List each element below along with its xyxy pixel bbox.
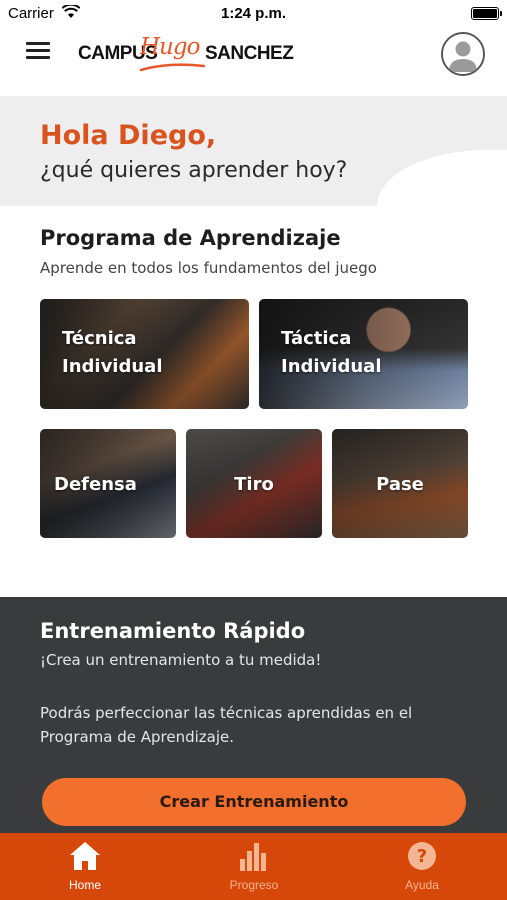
card-tiro[interactable]: Tiro (186, 429, 322, 538)
status-bar: Carrier 1:24 p.m. (0, 0, 507, 28)
program-subtitle: Aprende en todos los fundamentos del jue… (40, 259, 377, 277)
svg-text:?: ? (417, 846, 427, 867)
tab-ayuda[interactable]: ? Ayuda (362, 833, 482, 900)
create-training-button[interactable]: Crear Entrenamiento (42, 778, 466, 826)
question-icon: ? (408, 842, 436, 870)
bottom-tab-bar: Home Progreso ? Ayuda (0, 833, 507, 900)
program-title: Programa de Aprendizaje (40, 226, 341, 250)
greeting-hello: Hola Diego, (40, 120, 217, 151)
card-tecnica-individual[interactable]: Técnica Individual (40, 299, 249, 409)
tab-ayuda-label: Ayuda (405, 878, 439, 892)
battery-icon (471, 7, 502, 20)
card-tactica-individual[interactable]: Táctica Individual (259, 299, 468, 409)
bar-chart-icon (240, 843, 266, 871)
logo-script-hugo: Hugo (140, 34, 200, 60)
greeting-question: ¿qué quieres aprender hoy? (40, 158, 348, 183)
user-avatar-icon[interactable] (441, 32, 485, 76)
quick-training-panel: Entrenamiento Rápido ¡Crea un entrenamie… (0, 597, 507, 833)
card-tiro-label: Tiro (234, 474, 274, 495)
logo-word-sanchez: SANCHEZ (205, 43, 294, 64)
tab-progreso-label: Progreso (229, 878, 279, 892)
card-tactica-label: Táctica Individual (281, 328, 382, 377)
card-pase-label: Pase (376, 474, 424, 495)
hamburger-menu-icon[interactable] (26, 42, 50, 62)
card-tecnica-label: Técnica Individual (62, 328, 163, 377)
campus-logo: CAMPUS Hugo SANCHEZ (78, 34, 294, 74)
quick-training-subtitle: ¡Crea un entrenamiento a tu medida! (40, 651, 322, 669)
logo-swoosh (139, 63, 206, 72)
card-pase[interactable]: Pase (332, 429, 468, 538)
app-header: CAMPUS Hugo SANCHEZ (0, 28, 507, 96)
tab-home-label: Home (68, 878, 101, 892)
quick-training-description: Podrás perfeccionar las técnicas aprendi… (40, 704, 413, 746)
status-time: 1:24 p.m. (220, 5, 287, 22)
card-defensa-label: Defensa (54, 474, 137, 495)
quick-training-title: Entrenamiento Rápido (40, 619, 306, 643)
tab-progreso[interactable]: Progreso (194, 833, 314, 900)
home-icon (70, 842, 100, 870)
tab-home[interactable]: Home (25, 833, 145, 900)
card-defensa[interactable]: Defensa (40, 429, 176, 538)
